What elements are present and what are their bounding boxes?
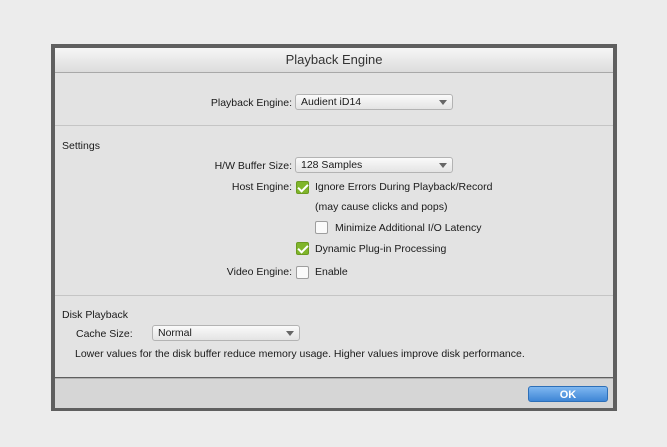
video-engine-label: Video Engine: [226, 266, 292, 278]
playback-engine-select[interactable]: Audient iD14 [295, 94, 453, 110]
dialog-titlebar[interactable]: Playback Engine [55, 48, 613, 73]
ignore-errors-label: Ignore Errors During Playback/Record [315, 181, 493, 193]
minimize-latency-label: Minimize Additional I/O Latency [335, 222, 482, 234]
buffer-size-select[interactable]: 128 Samples [295, 157, 453, 173]
ignore-errors-checkbox[interactable] [296, 181, 309, 194]
dynamic-plugin-label: Dynamic Plug-in Processing [315, 243, 447, 255]
chevron-down-icon [439, 163, 447, 168]
disk-description: Lower values for the disk buffer reduce … [75, 348, 525, 360]
chevron-down-icon [439, 100, 447, 105]
dialog-content: Playback Engine: Audient iD14 Settings H… [55, 73, 613, 377]
host-engine-label: Host Engine: [231, 181, 292, 193]
buffer-size-label: H/W Buffer Size: [214, 160, 292, 172]
video-enable-checkbox[interactable] [296, 266, 309, 279]
buffer-size-value: 128 Samples [301, 159, 363, 171]
cache-size-value: Normal [158, 327, 192, 339]
chevron-down-icon [286, 331, 294, 336]
dialog-footer: OK [55, 378, 613, 408]
ignore-errors-note: (may cause clicks and pops) [315, 201, 448, 213]
settings-heading: Settings [62, 140, 100, 152]
dialog-title: Playback Engine [285, 52, 383, 67]
disk-playback-heading: Disk Playback [62, 309, 128, 321]
section-divider [55, 295, 613, 296]
cache-size-select[interactable]: Normal [152, 325, 300, 341]
cache-size-label: Cache Size: [76, 328, 133, 340]
section-divider [55, 125, 613, 126]
playback-engine-label: Playback Engine: [210, 97, 292, 109]
playback-engine-value: Audient iD14 [301, 96, 362, 108]
ok-button[interactable]: OK [528, 386, 608, 402]
playback-engine-dialog: Playback Engine Playback Engine: Audient… [51, 44, 617, 411]
video-enable-label: Enable [315, 266, 348, 278]
minimize-latency-checkbox[interactable] [315, 221, 328, 234]
dynamic-plugin-checkbox[interactable] [296, 242, 309, 255]
